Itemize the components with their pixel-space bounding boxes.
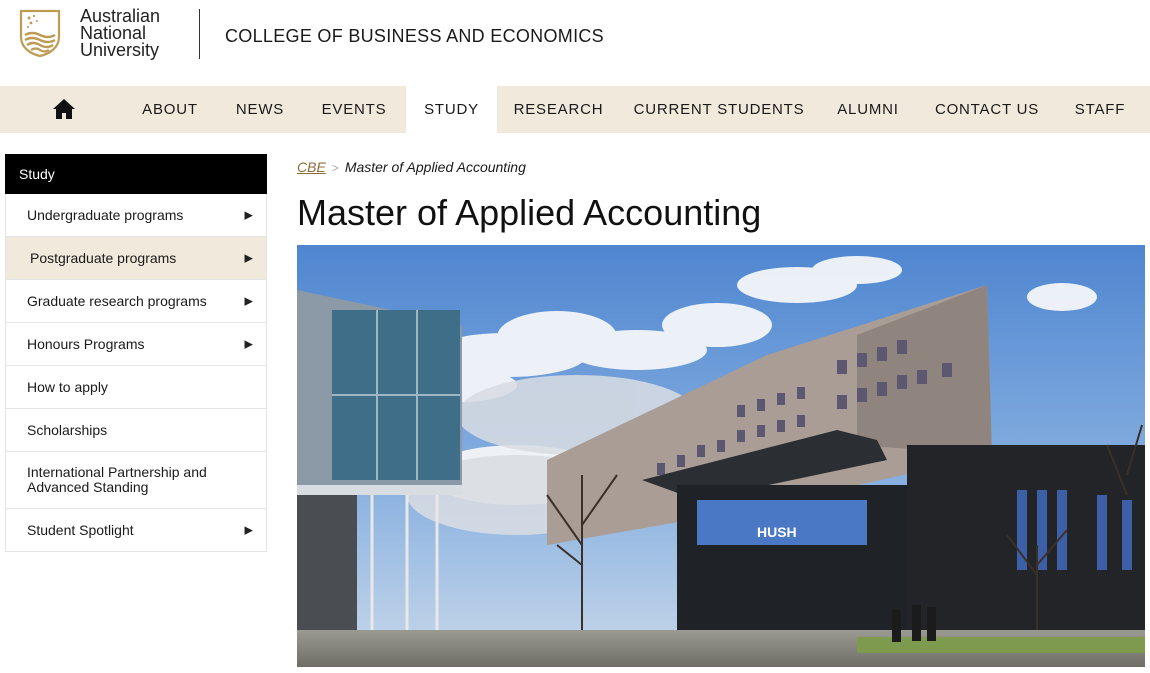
college-title[interactable]: COLLEGE OF BUSINESS AND ECONOMICS — [225, 26, 604, 47]
sidebar-item-label: How to apply — [27, 379, 108, 395]
page-title: Master of Applied Accounting — [297, 192, 762, 233]
nav-staff[interactable]: STAFF — [1066, 86, 1134, 133]
expand-arrow-icon[interactable]: ▶ — [245, 338, 253, 351]
expand-arrow-icon[interactable]: ▶ — [245, 252, 253, 265]
nav-research[interactable]: RESEARCH — [508, 86, 609, 133]
expand-arrow-icon[interactable]: ▶ — [245, 295, 253, 308]
wordmark-line3: University — [80, 40, 160, 60]
sidebar-heading[interactable]: Study — [5, 154, 267, 194]
university-wordmark[interactable]: Australian National University — [80, 7, 160, 60]
breadcrumb-separator: > — [331, 161, 339, 175]
sidebar-item-label: Graduate research programs — [27, 293, 207, 309]
nav-current-students[interactable]: CURRENT STUDENTS — [631, 86, 807, 133]
hero-signage: HUSH — [757, 524, 797, 540]
sidebar-item-undergraduate[interactable]: Undergraduate programs ▶ — [5, 194, 267, 237]
site-header: Australian National University COLLEGE O… — [0, 0, 1150, 86]
sidebar-item-label: Scholarships — [27, 422, 108, 438]
nav-contact-us[interactable]: CONTACT US — [929, 86, 1045, 133]
sidebar-item-label: Undergraduate programs — [27, 207, 184, 223]
nav-news[interactable]: NEWS — [228, 86, 292, 133]
main-nav: ABOUT NEWS EVENTS STUDY RESEARCH CURRENT… — [0, 86, 1150, 133]
sidebar-item-how-to-apply[interactable]: How to apply — [5, 366, 267, 409]
sidebar-item-honours[interactable]: Honours Programs ▶ — [5, 323, 267, 366]
nav-alumni[interactable]: ALUMNI — [830, 86, 906, 133]
expand-arrow-icon[interactable]: ▶ — [245, 524, 253, 537]
study-sidebar: Study Undergraduate programs ▶ Postgradu… — [5, 154, 267, 552]
sidebar-item-postgraduate[interactable]: Postgraduate programs ▶ — [5, 237, 267, 280]
expand-arrow-icon[interactable]: ▶ — [245, 209, 253, 222]
nav-events[interactable]: EVENTS — [314, 86, 394, 133]
sidebar-item-international-partnership[interactable]: International Partnership and Advanced S… — [5, 452, 267, 509]
header-divider — [199, 9, 200, 59]
nav-home[interactable] — [40, 86, 88, 133]
sidebar-item-scholarships[interactable]: Scholarships — [5, 409, 267, 452]
anu-crest-icon[interactable] — [19, 9, 61, 57]
breadcrumb-current: Master of Applied Accounting — [344, 159, 526, 175]
sidebar-item-graduate-research[interactable]: Graduate research programs ▶ — [5, 280, 267, 323]
hero-campus-image: HUSH — [297, 245, 1145, 667]
breadcrumb: CBE > Master of Applied Accounting — [297, 159, 526, 175]
sidebar-item-label: Postgraduate programs — [30, 250, 177, 266]
sidebar-item-label: International Partnership and Advanced S… — [27, 464, 207, 495]
breadcrumb-root-link[interactable]: CBE — [297, 159, 326, 175]
home-icon — [53, 99, 75, 119]
sidebar-item-label: Student Spotlight — [27, 522, 134, 538]
nav-study[interactable]: STUDY — [406, 86, 497, 133]
nav-about[interactable]: ABOUT — [133, 86, 207, 133]
sidebar-item-student-spotlight[interactable]: Student Spotlight ▶ — [5, 509, 267, 552]
sidebar-item-label: Honours Programs — [27, 336, 145, 352]
